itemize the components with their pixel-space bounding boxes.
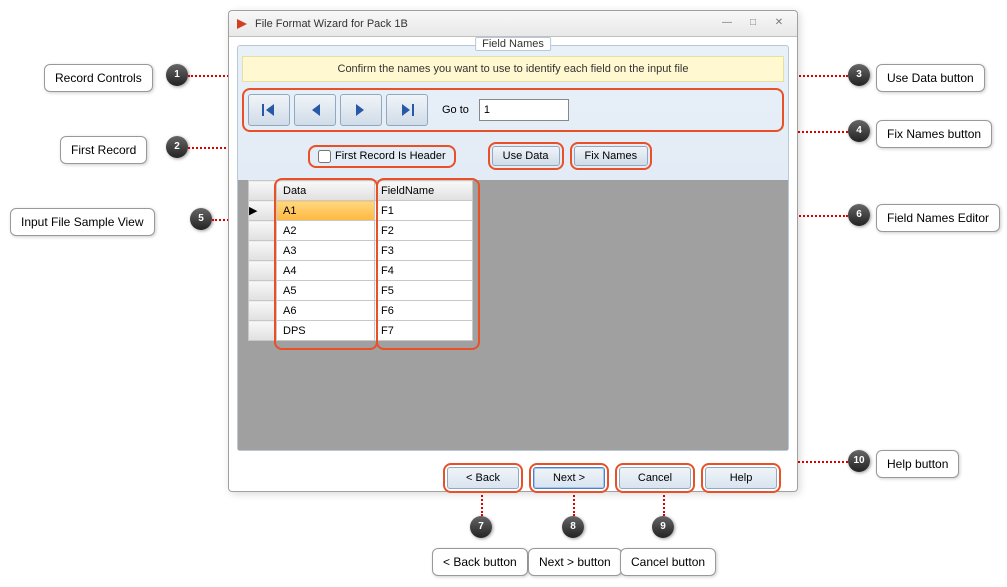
fix-names-group: Fix Names: [570, 142, 653, 170]
callout-fix-names: Fix Names button: [876, 120, 992, 148]
content-area: Field Names Confirm the names you want t…: [229, 37, 797, 509]
first-record-header-label: First Record Is Header: [335, 150, 446, 162]
col-header-field[interactable]: FieldName: [375, 181, 473, 201]
table-row[interactable]: A5 F5: [249, 281, 473, 301]
cancel-button[interactable]: Cancel: [619, 467, 691, 489]
grid-area: Data FieldName ▶ A1 F1 A2 F2: [238, 180, 788, 450]
data-cell[interactable]: DPS: [277, 321, 375, 341]
row-header: [249, 241, 277, 261]
callout-num-8: 8: [562, 516, 584, 538]
col-header-data[interactable]: Data: [277, 181, 375, 201]
row-header: [249, 321, 277, 341]
table-row[interactable]: DPS F7: [249, 321, 473, 341]
first-record-header-checkbox[interactable]: [318, 150, 331, 163]
callout-num-7: 7: [470, 516, 492, 538]
prev-icon: [308, 102, 322, 118]
row-header: [249, 281, 277, 301]
data-cell[interactable]: A5: [277, 281, 375, 301]
help-button-group: Help: [701, 463, 781, 493]
callout-num-1: 1: [166, 64, 188, 86]
data-cell[interactable]: A3: [277, 241, 375, 261]
callout-num-3: 3: [848, 64, 870, 86]
first-record-header-group: First Record Is Header: [308, 145, 456, 168]
callout-back: < Back button: [432, 548, 528, 576]
row-indicator: ▶: [249, 201, 277, 221]
record-controls-group: Go to: [242, 88, 784, 132]
minimize-button[interactable]: —: [715, 16, 739, 32]
window-title: File Format Wizard for Pack 1B: [255, 18, 713, 30]
options-row: First Record Is Header Use Data Fix Name…: [238, 136, 788, 176]
back-button-group: < Back: [443, 463, 523, 493]
callout-num-6: 6: [848, 204, 870, 226]
field-cell[interactable]: F5: [375, 281, 473, 301]
first-icon: [260, 102, 278, 118]
fix-names-button[interactable]: Fix Names: [574, 146, 649, 166]
callout-record-controls: Record Controls: [44, 64, 153, 92]
use-data-button[interactable]: Use Data: [492, 146, 560, 166]
callout-use-data: Use Data button: [876, 64, 985, 92]
data-cell[interactable]: A6: [277, 301, 375, 321]
table-row[interactable]: A3 F3: [249, 241, 473, 261]
table-row[interactable]: A4 F4: [249, 261, 473, 281]
table-row[interactable]: ▶ A1 F1: [249, 201, 473, 221]
data-cell[interactable]: A1: [277, 201, 375, 221]
callout-help: Help button: [876, 450, 959, 478]
maximize-button[interactable]: □: [741, 16, 765, 32]
first-record-button[interactable]: [248, 94, 290, 126]
fields-table[interactable]: Data FieldName ▶ A1 F1 A2 F2: [248, 180, 473, 341]
field-cell[interactable]: F7: [375, 321, 473, 341]
callout-num-4: 4: [848, 120, 870, 142]
callout-field-editor: Field Names Editor: [876, 204, 1000, 232]
back-button[interactable]: < Back: [447, 467, 519, 489]
close-button[interactable]: ✕: [767, 16, 791, 32]
row-header: [249, 221, 277, 241]
next-button[interactable]: Next >: [533, 467, 605, 489]
last-icon: [398, 102, 416, 118]
row-header: [249, 301, 277, 321]
callout-num-10: 10: [848, 450, 870, 472]
prev-record-button[interactable]: [294, 94, 336, 126]
field-cell[interactable]: F2: [375, 221, 473, 241]
next-icon: [354, 102, 368, 118]
callout-num-5: 5: [190, 208, 212, 230]
callout-cancel: Cancel button: [620, 548, 716, 576]
field-cell[interactable]: F3: [375, 241, 473, 261]
callout-first-record: First Record: [60, 136, 147, 164]
next-record-button[interactable]: [340, 94, 382, 126]
field-cell[interactable]: F4: [375, 261, 473, 281]
data-cell[interactable]: A2: [277, 221, 375, 241]
wizard-button-bar: < Back Next > Cancel Help: [237, 451, 789, 501]
field-cell[interactable]: F1: [375, 201, 473, 221]
data-cell[interactable]: A4: [277, 261, 375, 281]
callout-num-9: 9: [652, 516, 674, 538]
table-row[interactable]: A6 F6: [249, 301, 473, 321]
fieldset-legend: Field Names: [475, 37, 551, 51]
header-row: Data FieldName: [249, 181, 473, 201]
callout-line-10: [790, 461, 848, 463]
instruction-text: Confirm the names you want to use to ide…: [242, 56, 784, 82]
cancel-button-group: Cancel: [615, 463, 695, 493]
row-header: [249, 261, 277, 281]
app-icon: [235, 17, 249, 31]
table-row[interactable]: A2 F2: [249, 221, 473, 241]
corner-header: [249, 181, 277, 201]
wizard-window: File Format Wizard for Pack 1B — □ ✕ Fie…: [228, 10, 798, 492]
goto-label: Go to: [442, 104, 469, 116]
titlebar: File Format Wizard for Pack 1B — □ ✕: [229, 11, 797, 37]
callout-input-sample: Input File Sample View: [10, 208, 155, 236]
help-button[interactable]: Help: [705, 467, 777, 489]
callout-next: Next > button: [528, 548, 622, 576]
next-button-group: Next >: [529, 463, 609, 493]
use-data-group: Use Data: [488, 142, 564, 170]
last-record-button[interactable]: [386, 94, 428, 126]
field-cell[interactable]: F6: [375, 301, 473, 321]
fieldset-fieldnames: Field Names Confirm the names you want t…: [237, 45, 789, 451]
goto-input[interactable]: [479, 99, 569, 121]
callout-num-2: 2: [166, 136, 188, 158]
